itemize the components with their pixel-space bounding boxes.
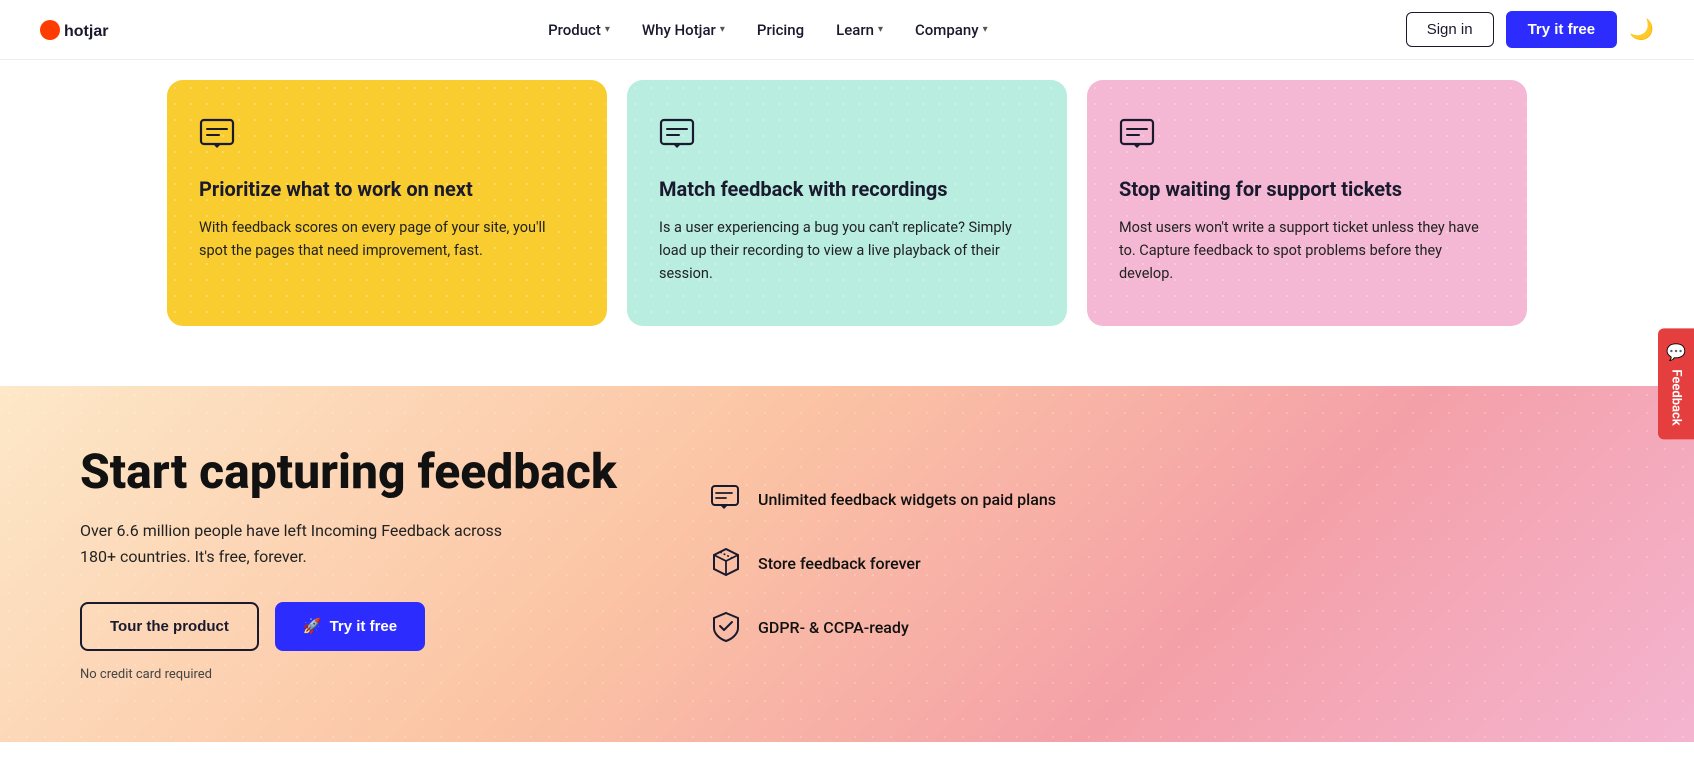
- logo[interactable]: hotjar: [40, 16, 130, 44]
- card-match-feedback: Match feedback with recordings Is a user…: [627, 80, 1067, 326]
- cta-title: Start capturing feedback: [80, 446, 650, 499]
- try-free-button[interactable]: Try it free: [1506, 11, 1618, 48]
- feedback-icon: [199, 116, 575, 156]
- box-icon: [710, 546, 742, 582]
- card-stop-waiting: Stop waiting for support tickets Most us…: [1087, 80, 1527, 326]
- cta-section: Start capturing feedback Over 6.6 millio…: [0, 386, 1694, 742]
- nav-pricing[interactable]: Pricing: [757, 21, 804, 39]
- card-title: Match feedback with recordings: [659, 176, 1035, 202]
- feature-unlimited: Unlimited feedback widgets on paid plans: [710, 482, 1280, 518]
- feedback-icon: [1119, 116, 1495, 156]
- feature-label: Store feedback forever: [758, 554, 921, 573]
- chat-widget-icon: [710, 482, 742, 518]
- feature-label: Unlimited feedback widgets on paid plans: [758, 490, 1056, 509]
- cta-features: Unlimited feedback widgets on paid plans…: [710, 446, 1280, 682]
- feature-label: GDPR- & CCPA-ready: [758, 618, 909, 637]
- navbar: hotjar Product ▾ Why Hotjar ▾ Pricing Le…: [0, 0, 1694, 60]
- cta-left: Start capturing feedback Over 6.6 millio…: [80, 446, 650, 682]
- card-prioritize: Prioritize what to work on next With fee…: [167, 80, 607, 326]
- tour-product-button[interactable]: Tour the product: [80, 602, 259, 651]
- feedback-icon: [659, 116, 1035, 156]
- cta-desc: Over 6.6 million people have left Incomi…: [80, 518, 520, 569]
- rocket-icon: 🚀: [303, 617, 322, 635]
- card-title: Stop waiting for support tickets: [1119, 176, 1495, 202]
- nav-company[interactable]: Company ▾: [915, 21, 988, 39]
- try-free-cta-button[interactable]: 🚀 Try it free: [275, 602, 425, 651]
- feature-gdpr: GDPR- & CCPA-ready: [710, 610, 1280, 646]
- chat-icon: 💬: [1666, 342, 1686, 361]
- nav-product[interactable]: Product ▾: [548, 21, 610, 39]
- nav-actions: Sign in Try it free 🌙: [1406, 11, 1654, 48]
- card-desc: Is a user experiencing a bug you can't r…: [659, 216, 1035, 286]
- nav-learn[interactable]: Learn ▾: [836, 21, 883, 39]
- feedback-tab[interactable]: 💬 Feedback: [1658, 328, 1694, 439]
- signin-button[interactable]: Sign in: [1406, 12, 1494, 47]
- nav-why-hotjar[interactable]: Why Hotjar ▾: [642, 21, 725, 39]
- shield-check-icon: [710, 610, 742, 646]
- chevron-down-icon: ▾: [720, 24, 725, 35]
- chevron-down-icon: ▾: [605, 24, 610, 35]
- card-desc: Most users won't write a support ticket …: [1119, 216, 1495, 286]
- feature-cards-section: Prioritize what to work on next With fee…: [147, 60, 1547, 386]
- card-title: Prioritize what to work on next: [199, 176, 575, 202]
- feature-store: Store feedback forever: [710, 546, 1280, 582]
- chevron-down-icon: ▾: [878, 24, 883, 35]
- card-desc: With feedback scores on every page of yo…: [199, 216, 575, 262]
- dark-mode-toggle[interactable]: 🌙: [1629, 17, 1654, 42]
- chevron-down-icon: ▾: [983, 24, 988, 35]
- no-credit-card-label: No credit card required: [80, 667, 650, 682]
- cta-buttons: Tour the product 🚀 Try it free: [80, 602, 650, 651]
- svg-text:hotjar: hotjar: [64, 23, 108, 40]
- nav-links: Product ▾ Why Hotjar ▾ Pricing Learn ▾ C…: [548, 21, 988, 39]
